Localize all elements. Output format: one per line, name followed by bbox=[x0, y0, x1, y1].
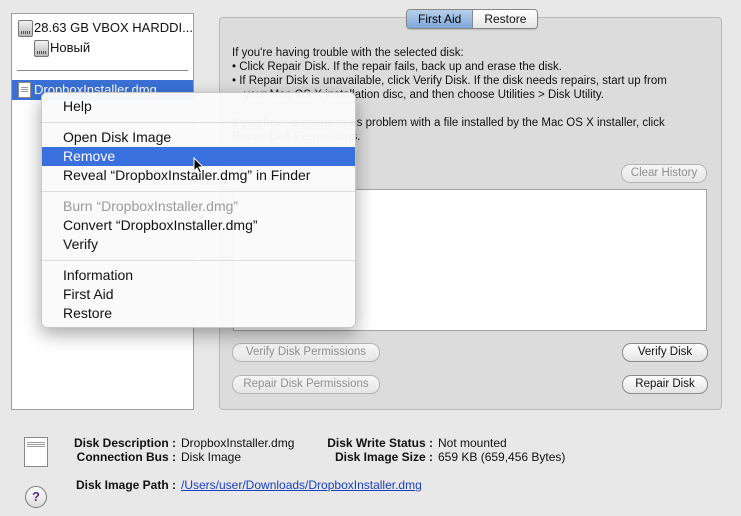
instruction-line: • If Repair Disk is unavailable, click V… bbox=[232, 75, 667, 87]
instruction-line: If you're having trouble with the select… bbox=[232, 47, 464, 59]
verify-disk-permissions-button[interactable]: Verify Disk Permissions bbox=[232, 343, 380, 362]
menu-item-information[interactable]: Information bbox=[42, 266, 355, 285]
menu-item-burn[interactable]: Burn “DropboxInstaller.dmg” bbox=[42, 197, 355, 216]
disk-image-icon bbox=[18, 82, 31, 98]
sidebar-divider bbox=[17, 70, 188, 71]
menu-separator bbox=[42, 122, 355, 123]
clear-history-button[interactable]: Clear History bbox=[621, 164, 707, 183]
context-menu: Help Open Disk Image Remove Reveal “Drop… bbox=[41, 92, 356, 328]
menu-item-label: First Aid bbox=[63, 286, 114, 302]
repair-disk-permissions-button[interactable]: Repair Disk Permissions bbox=[232, 375, 380, 394]
menu-item-label: Verify bbox=[63, 236, 99, 252]
menu-item-restore[interactable]: Restore bbox=[42, 304, 355, 323]
connection-bus-value: Disk Image bbox=[181, 450, 242, 464]
sidebar-item-volume[interactable]: Новый bbox=[12, 38, 193, 58]
menu-item-label: Information bbox=[63, 267, 134, 283]
menu-separator bbox=[42, 191, 355, 192]
menu-item-label: Restore bbox=[63, 305, 113, 321]
hard-disk-icon bbox=[18, 20, 33, 37]
help-button[interactable]: ? bbox=[25, 486, 47, 508]
volume-icon bbox=[34, 40, 49, 57]
repair-disk-button[interactable]: Repair Disk bbox=[622, 375, 708, 394]
menu-item-label: Reveal “DropboxInstaller.dmg” in Finder bbox=[63, 167, 311, 183]
instruction-line: • Click Repair Disk. If the repair fails… bbox=[232, 61, 563, 73]
disk-image-path-link[interactable]: /Users/user/Downloads/DropboxInstaller.d… bbox=[181, 478, 422, 492]
menu-item-label: Open Disk Image bbox=[63, 129, 172, 145]
menu-item-verify[interactable]: Verify bbox=[42, 235, 355, 254]
disk-image-size-label: Disk Image Size : bbox=[334, 450, 433, 464]
menu-item-open-disk-image[interactable]: Open Disk Image bbox=[42, 128, 355, 147]
menu-item-label: Remove bbox=[63, 148, 116, 164]
menu-item-label: Help bbox=[63, 98, 92, 114]
menu-separator bbox=[42, 260, 355, 261]
tab-control[interactable]: First Aid Restore bbox=[406, 9, 539, 29]
disk-description-value: DropboxInstaller.dmg bbox=[181, 436, 295, 450]
mouse-cursor-icon bbox=[193, 157, 205, 174]
disk-image-path-label: Disk Image Path : bbox=[75, 478, 176, 492]
menu-item-help[interactable]: Help bbox=[42, 97, 355, 116]
menu-item-label: Burn “DropboxInstaller.dmg” bbox=[63, 198, 239, 214]
disk-image-size-value: 659 KB (659,456 Bytes) bbox=[438, 450, 566, 464]
menu-item-first-aid[interactable]: First Aid bbox=[42, 285, 355, 304]
tab-first-aid[interactable]: First Aid bbox=[407, 10, 473, 28]
sidebar-item-hard-disk[interactable]: 28.63 GB VBOX HARDDI... bbox=[12, 18, 193, 38]
menu-item-label: Convert “DropboxInstaller.dmg” bbox=[63, 217, 258, 233]
connection-bus-label: Connection Bus : bbox=[76, 450, 176, 464]
verify-disk-button[interactable]: Verify Disk bbox=[622, 343, 708, 362]
disk-write-status-label: Disk Write Status : bbox=[327, 436, 433, 450]
tab-restore[interactable]: Restore bbox=[472, 10, 538, 28]
disk-description-label: Disk Description : bbox=[73, 436, 176, 450]
disk-write-status-value: Not mounted bbox=[438, 436, 507, 450]
menu-item-convert[interactable]: Convert “DropboxInstaller.dmg” bbox=[42, 216, 355, 235]
sidebar-item-label: 28.63 GB VBOX HARDDI... bbox=[34, 20, 193, 35]
sidebar-item-label: Новый bbox=[50, 40, 91, 55]
